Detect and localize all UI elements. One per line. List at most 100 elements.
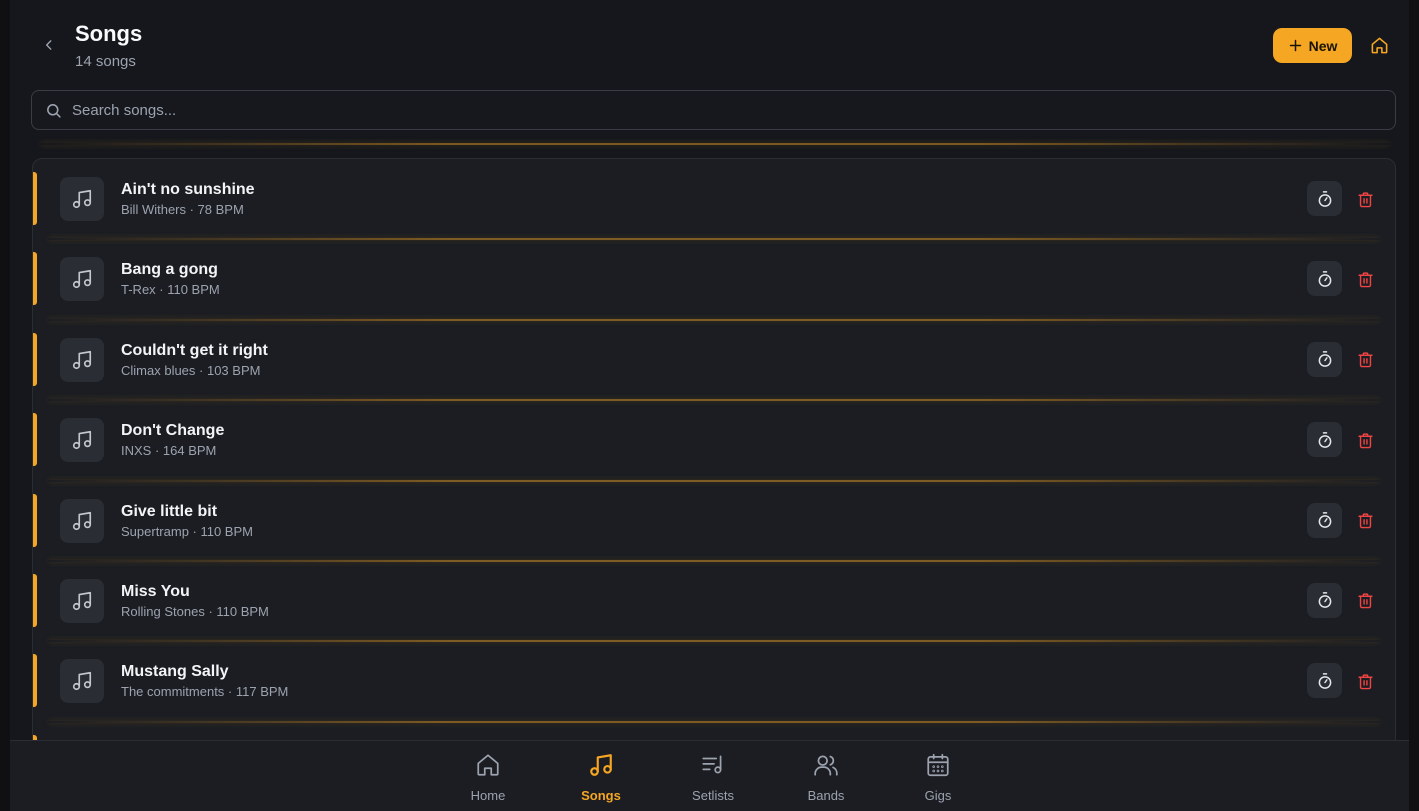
song-row[interactable]: Miss You Rolling Stones · 110 BPM (33, 561, 1395, 643)
metronome-button[interactable] (1307, 502, 1342, 538)
music-note-icon (72, 511, 92, 530)
delete-button[interactable] (1353, 669, 1377, 693)
row-accent (33, 654, 37, 708)
delete-button[interactable] (1353, 589, 1377, 613)
song-row[interactable]: Give little bit Supertramp · 110 BPM (33, 481, 1395, 562)
trash-icon (1357, 593, 1373, 609)
song-thumbnail (60, 578, 104, 623)
bottom-nav: Home Songs Setlists Bands Gigs (10, 740, 1409, 811)
row-accent (33, 252, 37, 306)
trash-icon (1357, 513, 1373, 529)
song-meta: Bill Withers · 78 BPM (121, 202, 244, 217)
song-row[interactable]: Mustang Sally The commitments · 117 BPM (33, 641, 1395, 723)
app-window: Songs 14 songs New Ain't no sunshine Bil… (10, 0, 1409, 811)
music-note-icon (72, 591, 92, 611)
song-thumbnail (60, 337, 104, 382)
stopwatch-icon (1318, 592, 1331, 609)
song-thumbnail (60, 257, 104, 302)
song-title: Don't Change (121, 422, 225, 440)
home-icon (1371, 37, 1387, 53)
song-list: Ain't no sunshine Bill Withers · 78 BPM … (32, 158, 1396, 758)
song-title: Couldn't get it right (121, 341, 268, 359)
trash-icon (1357, 272, 1373, 288)
page-title: Songs (75, 21, 143, 46)
metronome-button[interactable] (1307, 341, 1342, 377)
stopwatch-icon (1318, 351, 1331, 368)
trash-icon (1357, 191, 1373, 207)
song-title: Bang a gong (121, 261, 218, 279)
song-meta: INXS · 164 BPM (121, 443, 217, 459)
song-title: Ain't no sunshine (121, 181, 255, 198)
home-shortcut-button[interactable] (1367, 33, 1391, 57)
nav-item-home[interactable]: Home (448, 751, 528, 807)
row-accent (33, 172, 37, 225)
song-row[interactable]: Bang a gong T-Rex · 110 BPM (33, 239, 1395, 321)
music-note-icon (72, 270, 92, 289)
song-meta: The commitments · 117 BPM (121, 684, 289, 700)
row-accent (33, 413, 37, 467)
metronome-button[interactable] (1307, 582, 1342, 618)
stopwatch-icon (1318, 431, 1331, 448)
new-song-button[interactable]: New (1273, 28, 1352, 63)
song-meta: Climax blues · 103 BPM (121, 362, 261, 378)
nav-item-bands[interactable]: Bands (786, 751, 866, 807)
row-accent (33, 573, 37, 627)
delete-button[interactable] (1353, 509, 1377, 533)
nav-item-gigs[interactable]: Gigs (898, 751, 978, 807)
nav-label-setlists: Setlists (692, 788, 734, 803)
song-meta: Supertramp · 110 BPM (121, 523, 253, 539)
nav-item-setlists[interactable]: Setlists (673, 751, 753, 807)
calendar-icon (927, 753, 949, 777)
metronome-button[interactable] (1307, 261, 1342, 297)
nav-label-songs: Songs (581, 788, 621, 803)
row-accent (33, 332, 37, 386)
song-row[interactable]: Couldn't get it right Climax blues · 103… (33, 320, 1395, 402)
row-accent (33, 493, 37, 547)
song-count: 14 songs (75, 53, 136, 70)
nav-item-songs[interactable]: Songs (561, 751, 641, 807)
song-thumbnail (60, 418, 104, 463)
nav-label-home: Home (470, 788, 506, 803)
delete-button[interactable] (1353, 428, 1377, 452)
chevron-left-icon (45, 40, 52, 50)
delete-button[interactable] (1353, 267, 1377, 291)
nav-label-bands: Bands (807, 788, 845, 803)
stopwatch-icon (1318, 190, 1331, 207)
search-icon (47, 104, 61, 118)
metronome-button[interactable] (1307, 663, 1342, 699)
song-title: Mustang Sally (121, 663, 229, 681)
trash-icon (1357, 352, 1373, 368)
plus-icon (1289, 39, 1301, 52)
setlist-icon (702, 755, 722, 774)
music-note-icon (72, 672, 92, 691)
metronome-button[interactable] (1307, 422, 1342, 458)
music-note-icon (72, 189, 92, 209)
song-title: Give little bit (121, 502, 218, 520)
search-input[interactable] (72, 91, 1382, 129)
music-note-icon (590, 754, 612, 776)
search-bar (31, 90, 1396, 130)
trash-icon (1357, 433, 1373, 448)
song-row[interactable]: Don't Change INXS · 164 BPM (33, 400, 1395, 482)
song-meta: T-Rex · 110 BPM (121, 282, 220, 298)
stopwatch-icon (1318, 271, 1331, 287)
back-button[interactable] (38, 34, 60, 56)
divider-glow (40, 143, 1390, 145)
song-meta: Rolling Stones · 110 BPM (121, 603, 269, 619)
delete-button[interactable] (1353, 348, 1377, 372)
song-thumbnail (60, 659, 104, 704)
delete-button[interactable] (1353, 187, 1377, 211)
users-icon (814, 755, 838, 776)
trash-icon (1357, 674, 1373, 690)
page-header: Songs 14 songs New (10, 0, 1409, 88)
song-thumbnail (60, 498, 104, 543)
music-note-icon (72, 350, 92, 369)
song-title: Miss You (121, 582, 190, 600)
new-song-label: New (1308, 37, 1338, 54)
stopwatch-icon (1318, 512, 1331, 528)
song-row[interactable]: Ain't no sunshine Bill Withers · 78 BPM (33, 159, 1395, 241)
music-note-icon (72, 431, 92, 450)
song-thumbnail (60, 177, 104, 221)
metronome-button[interactable] (1307, 181, 1342, 216)
stopwatch-icon (1318, 672, 1331, 689)
